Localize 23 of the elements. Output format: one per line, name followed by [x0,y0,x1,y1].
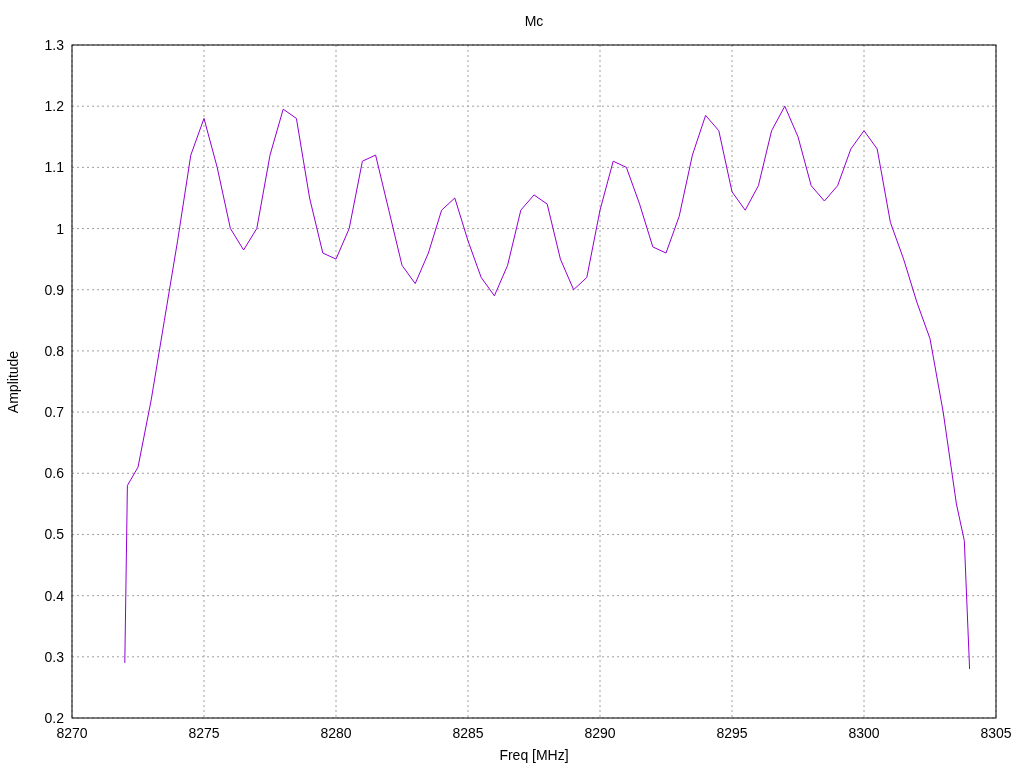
y-tick-label: 0.4 [44,587,64,604]
chart-title: Mc [524,13,544,29]
y-tick-label: 1.1 [44,159,64,176]
y-tick-label: 0.5 [44,526,64,543]
x-tick-label: 8280 [320,725,352,741]
y-tick-label: 0.3 [44,648,64,665]
x-tick-label: 8305 [980,725,1012,741]
y-tick-label: 0.9 [44,281,64,298]
y-axis-label: Amplitude [5,350,21,414]
x-tick-label: 8295 [716,725,748,741]
y-tick-label: 0.7 [44,404,64,421]
y-tick-label: 1.2 [44,98,64,115]
x-tick-label: 8275 [188,725,220,741]
x-axis-label: Freq [MHz] [499,747,569,763]
y-tick-label: 0.6 [44,465,64,482]
x-tick-label: 8290 [584,725,616,741]
x-tick-label: 8300 [848,725,880,741]
y-tick-label: 0.2 [44,710,64,726]
x-tick-label: 8270 [56,725,88,741]
y-tick-label: 1 [56,220,64,237]
y-tick-label: 0.8 [44,342,64,359]
y-tick-label: 1.3 [44,37,64,53]
x-tick-label: 8285 [452,725,484,741]
